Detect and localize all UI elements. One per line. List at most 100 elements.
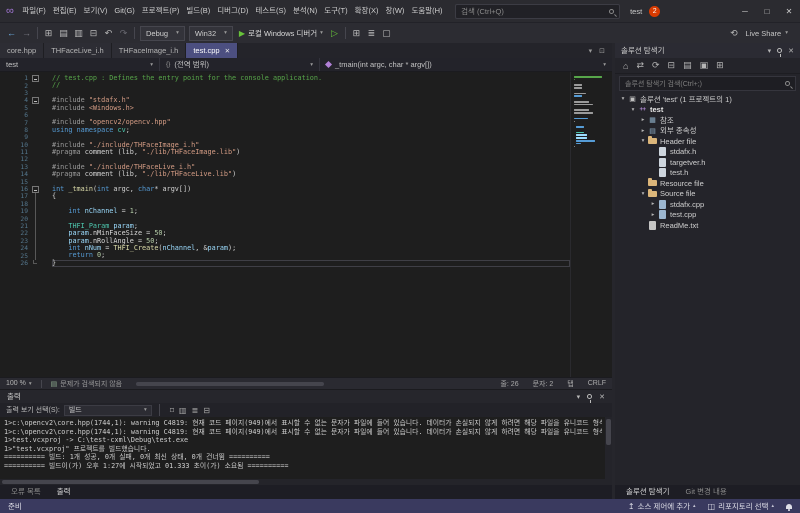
line-ending-indicator[interactable]: CRLF: [588, 380, 606, 387]
clear-all-icon[interactable]: ▥: [179, 406, 187, 415]
output-vertical-scrollbar[interactable]: [605, 417, 612, 479]
zoom-control[interactable]: 100 % ▾: [6, 380, 32, 387]
tab-thfaceimage-i-h[interactable]: THFaceImage_i.h: [112, 43, 187, 58]
toolbar-options-icon[interactable]: ▢: [379, 28, 394, 39]
document-health-indicator[interactable]: ▤ 문제가 검색되지 않음: [51, 379, 122, 389]
sync-with-active-document-icon[interactable]: ⇄: [636, 60, 644, 71]
editor-horizontal-scrollbar[interactable]: [136, 381, 478, 387]
show-all-files-icon[interactable]: ▤: [683, 60, 692, 71]
menu-item-window[interactable]: 창(W): [382, 0, 408, 22]
expand-arrow-icon[interactable]: ▾: [639, 138, 647, 144]
tree-item-external-dependencies[interactable]: ▸▤외부 종속성: [615, 126, 800, 137]
tree-item-references[interactable]: ▸▦참조: [615, 115, 800, 126]
expand-arrow-icon[interactable]: ▸: [639, 128, 647, 134]
notification-badge[interactable]: 2: [649, 6, 660, 17]
collapse-icon[interactable]: ⊟: [203, 406, 210, 415]
tab-test-cpp[interactable]: test.cpp✕: [186, 43, 238, 58]
menu-item-tools[interactable]: 도구(T): [321, 0, 351, 22]
redo-icon[interactable]: ↷: [116, 28, 131, 39]
menu-item-project[interactable]: 프로젝트(P): [138, 0, 183, 22]
expand-arrow-icon[interactable]: ▾: [629, 107, 637, 113]
navigate-forward-icon[interactable]: →: [19, 28, 34, 38]
tree-item-stdafx-h[interactable]: stdafx.h: [615, 147, 800, 158]
find-message-icon[interactable]: ⌑: [170, 406, 174, 415]
tool-tab-output[interactable]: 출력: [50, 485, 78, 499]
code-area[interactable]: // test.cpp : Defines the entry point fo…: [46, 72, 570, 377]
expand-arrow-icon[interactable]: ▸: [639, 117, 647, 123]
project-dropdown[interactable]: test ▾: [0, 58, 160, 71]
start-debugging-button[interactable]: ▶ 로컬 Windows 디버거 ▾: [235, 28, 327, 39]
scope-dropdown[interactable]: {} (전역 범위) ▾: [160, 58, 320, 71]
save-icon[interactable]: ▥: [71, 28, 86, 39]
menu-item-test[interactable]: 테스트(S): [252, 0, 290, 22]
menu-item-extensions[interactable]: 확장(X): [351, 0, 382, 22]
expand-arrow-icon[interactable]: ▸: [649, 201, 657, 207]
fold-toggle-icon[interactable]: [32, 75, 39, 82]
start-without-debugging-icon[interactable]: ▷: [327, 28, 342, 39]
pin-icon[interactable]: [587, 394, 592, 399]
window-position-icon[interactable]: ▾: [768, 47, 772, 55]
global-search-box[interactable]: 검색 (Ctrl+Q): [455, 4, 620, 19]
tree-item-source-file[interactable]: ▾Source file: [615, 189, 800, 200]
live-share-button[interactable]: ⟲ Live Share ▾: [726, 28, 796, 39]
tool-tab-solution-explorer[interactable]: 솔루션 탐색기: [619, 485, 676, 499]
close-panel-icon[interactable]: ✕: [788, 47, 794, 55]
tab-thfacelive-i-h[interactable]: THFaceLive_i.h: [44, 43, 112, 58]
notifications-bell-icon[interactable]: [786, 504, 792, 509]
undo-icon[interactable]: ↶: [101, 28, 116, 39]
tree-item-project-test[interactable]: ▾++test: [615, 105, 800, 116]
menu-item-git[interactable]: Git(G): [111, 0, 138, 22]
tree-item-readme-txt[interactable]: ReadMe.txt: [615, 220, 800, 231]
output-source-dropdown[interactable]: 빌드 ▾: [64, 405, 152, 416]
close-panel-icon[interactable]: ✕: [599, 393, 605, 401]
word-wrap-icon[interactable]: ≣: [191, 406, 198, 415]
menu-item-view[interactable]: 보기(V): [80, 0, 111, 22]
close-tab-icon[interactable]: ✕: [225, 47, 230, 55]
open-file-icon[interactable]: ▤: [56, 28, 71, 39]
maximize-button[interactable]: □: [756, 0, 778, 22]
save-all-icon[interactable]: ⊟: [86, 28, 101, 39]
navigate-back-icon[interactable]: ←: [4, 28, 19, 38]
output-horizontal-scrollbar[interactable]: [0, 479, 612, 485]
tree-item-resource-file[interactable]: Resource file: [615, 178, 800, 189]
window-position-icon[interactable]: ▾: [577, 393, 581, 401]
build-icon[interactable]: ⊞: [349, 28, 364, 39]
member-dropdown[interactable]: _tmain(int argc, char * argv[]) ▾: [320, 58, 612, 71]
code-editor[interactable]: 1234567891011121314151617181920212223242…: [0, 72, 612, 377]
minimize-button[interactable]: ─: [734, 0, 756, 22]
tree-item-solution[interactable]: ▾▣솔루션 'test' (1 프로젝트의 1): [615, 94, 800, 105]
menu-item-analyze[interactable]: 분석(N): [290, 0, 321, 22]
tool-tab-error-list[interactable]: 오류 목록: [4, 485, 48, 499]
tab-core-hpp[interactable]: core.hpp: [0, 43, 44, 58]
caret-line-indicator[interactable]: 줄: 26: [500, 379, 518, 389]
expand-arrow-icon[interactable]: ▾: [619, 96, 627, 102]
pin-icon[interactable]: [777, 48, 782, 53]
home-icon[interactable]: ⌂: [623, 61, 628, 71]
scrollbar-thumb[interactable]: [606, 419, 611, 445]
menu-item-help[interactable]: 도움말(H): [408, 0, 446, 22]
properties-icon[interactable]: ▣: [700, 60, 709, 71]
find-in-files-icon[interactable]: ≣: [364, 28, 379, 39]
expand-arrow-icon[interactable]: ▾: [639, 191, 647, 197]
indent-mode-indicator[interactable]: 탭: [567, 379, 573, 389]
solution-configuration-dropdown[interactable]: Debug▾: [140, 26, 185, 41]
collapse-all-icon[interactable]: ⊟: [668, 60, 676, 71]
close-button[interactable]: ✕: [778, 0, 800, 22]
tree-item-stdafx-cpp[interactable]: ▸stdafx.cpp: [615, 199, 800, 210]
expand-arrow-icon[interactable]: ▸: [649, 212, 657, 218]
refresh-icon[interactable]: ⟳: [652, 60, 660, 71]
menu-item-debug[interactable]: 디버그(D): [214, 0, 252, 22]
tree-item-test-h[interactable]: test.h: [615, 168, 800, 179]
scrollbar-thumb[interactable]: [2, 480, 259, 484]
select-repository-button[interactable]: ◫ 리포지토리 선택 ▴: [708, 501, 774, 512]
fold-toggle-icon[interactable]: [32, 97, 39, 104]
scrollbar-thumb[interactable]: [136, 382, 324, 386]
minimap-scrollbar[interactable]: [570, 72, 612, 377]
output-log[interactable]: 1>c:\opencv2\core.hpp(1744,1): warning C…: [0, 417, 612, 479]
tree-item-test-cpp[interactable]: ▸test.cpp: [615, 210, 800, 221]
float-window-icon[interactable]: ⊡: [599, 47, 605, 55]
menu-item-build[interactable]: 빌드(B): [183, 0, 214, 22]
new-file-icon[interactable]: ⊞: [41, 28, 56, 39]
menu-item-edit[interactable]: 편집(E): [49, 0, 80, 22]
fold-toggle-icon[interactable]: [32, 186, 39, 193]
